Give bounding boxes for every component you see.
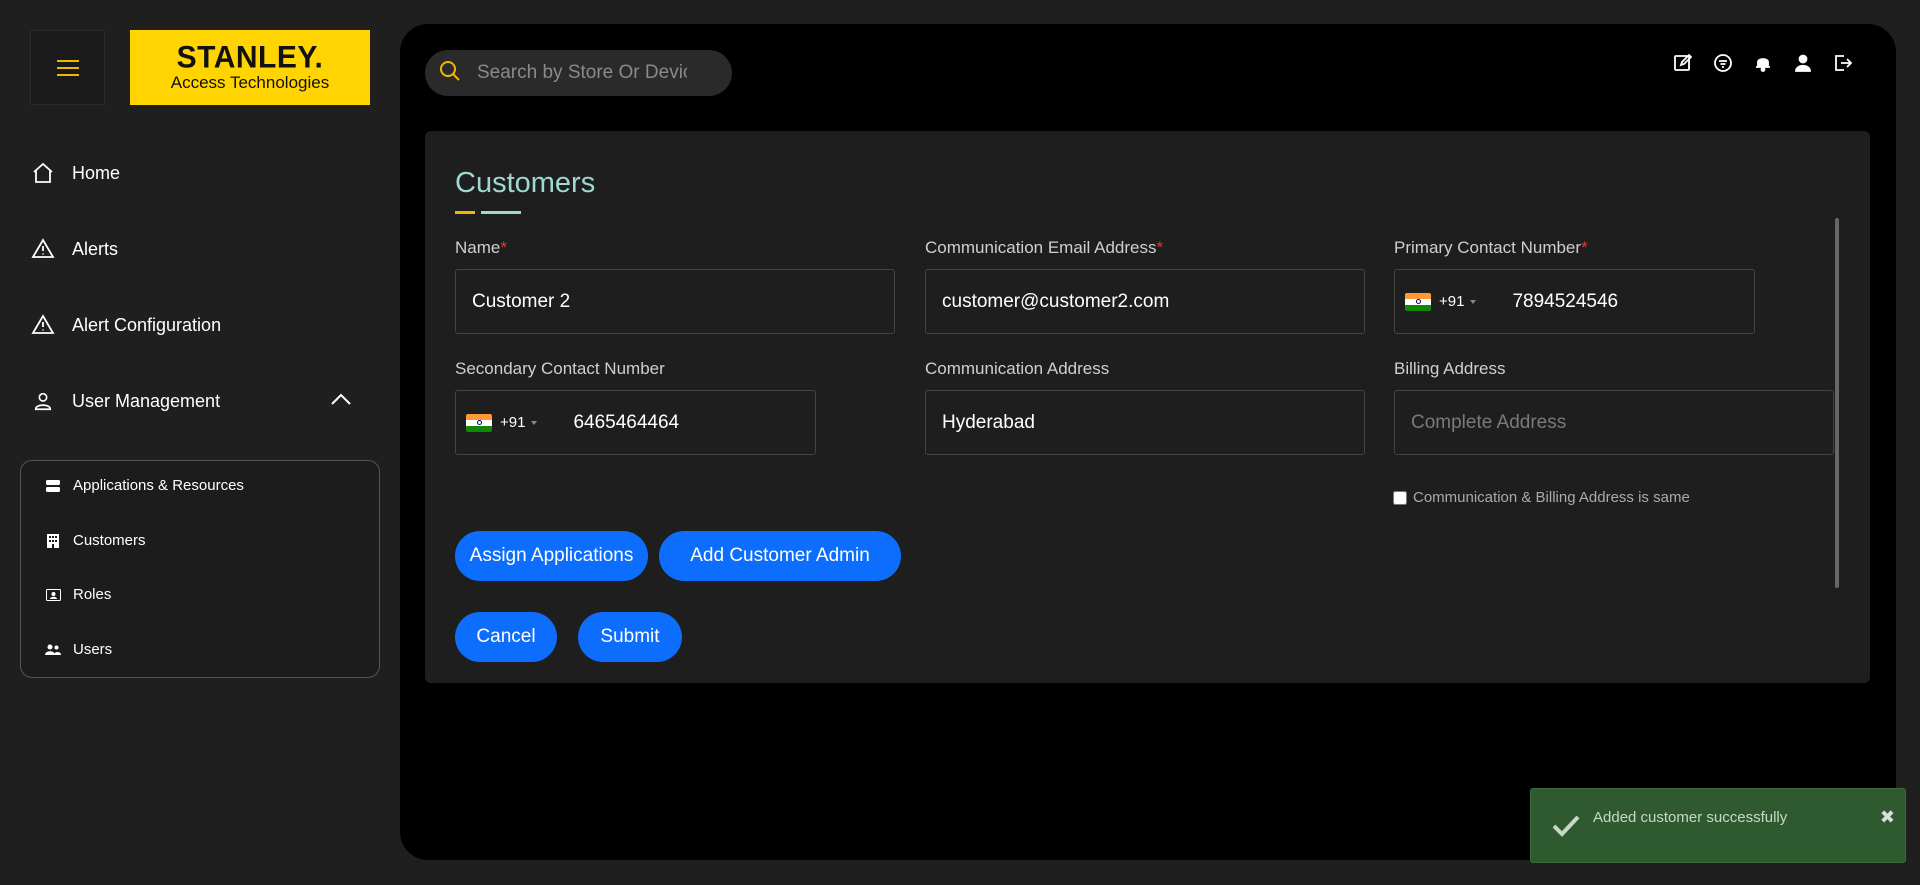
hamburger-icon (56, 55, 79, 81)
brand-name: STANLEY. (176, 39, 324, 75)
home-icon (30, 160, 56, 186)
submenu-item-roles[interactable]: Roles (45, 586, 111, 603)
submenu-item-label: Roles (73, 586, 112, 603)
filter-icon[interactable] (1714, 54, 1732, 72)
email-label: Communication Email Address* (925, 238, 1164, 257)
menu-toggle-button[interactable] (30, 30, 105, 105)
primary-contact-field[interactable]: +91 7894524546 (1394, 269, 1755, 334)
sidebar-item-label: Alerts (72, 238, 119, 259)
submenu-item-label: Users (73, 641, 113, 658)
search-input[interactable] (477, 62, 687, 84)
server-icon (45, 478, 61, 494)
scrollbar-thumb[interactable] (1835, 218, 1839, 588)
customer-form-card: Customers Name* Customer 2 Communication… (425, 131, 1870, 683)
form-scrollbar[interactable] (1835, 218, 1839, 588)
chevron-down-icon[interactable] (531, 420, 538, 425)
name-label: Name* (455, 238, 507, 257)
assign-applications-button[interactable]: Assign Applications (455, 531, 648, 581)
brand-tagline: Access Technologies (170, 72, 330, 92)
sidebar-item-user-management[interactable]: User Management (30, 388, 220, 414)
secondary-contact-input[interactable]: 6465464464 (573, 412, 679, 434)
success-toast: Added customer successfully ✖ (1530, 788, 1906, 863)
comm-address-label: Communication Address (925, 359, 1110, 378)
email-field[interactable]: customer@customer2.com (925, 269, 1365, 334)
sidebar-item-label: User Management (72, 390, 221, 411)
user-icon[interactable] (1794, 54, 1812, 72)
sidebar-item-home[interactable]: Home (30, 160, 120, 186)
chevron-down-icon[interactable] (1470, 299, 1477, 304)
same-address-checkbox[interactable]: Communication & Billing Address is same (1393, 489, 1690, 506)
toast-message: Added customer successfully (1593, 809, 1788, 826)
warning-icon (30, 312, 56, 338)
sidebar-item-label: Alert Configuration (72, 314, 222, 335)
bell-icon[interactable] (1754, 54, 1772, 72)
logout-icon[interactable] (1834, 54, 1853, 72)
india-flag-icon (1405, 292, 1431, 311)
submenu-item-label: Customers (73, 532, 146, 549)
name-field[interactable]: Customer 2 (455, 269, 895, 334)
submenu-item-users[interactable]: Users (45, 641, 112, 658)
warning-icon (30, 236, 56, 262)
same-address-label: Communication & Billing Address is same (1413, 489, 1690, 506)
header-toolbar (1674, 53, 1853, 72)
page-title: Customers (455, 167, 596, 199)
sidebar-item-alert-configuration[interactable]: Alert Configuration (30, 312, 221, 338)
main-panel: Customers Name* Customer 2 Communication… (400, 24, 1896, 860)
submit-button[interactable]: Submit (578, 612, 682, 662)
id-card-icon (45, 587, 61, 603)
cancel-button[interactable]: Cancel (455, 612, 557, 662)
close-icon[interactable]: ✖ (1880, 807, 1895, 828)
user-management-submenu: Applications & Resources Customers Roles… (20, 460, 380, 678)
users-icon (45, 642, 61, 658)
user-icon (30, 388, 56, 414)
sidebar-item-label: Home (72, 162, 121, 183)
billing-address-label: Billing Address (1394, 359, 1506, 378)
country-code[interactable]: +91 (1439, 293, 1464, 310)
chevron-up-icon[interactable] (330, 392, 352, 411)
building-icon (45, 533, 61, 549)
stanley-logo: STANLEY. Access Technologies (130, 30, 370, 105)
add-customer-admin-button[interactable]: Add Customer Admin (659, 531, 901, 581)
same-address-checkbox-input[interactable] (1393, 490, 1407, 505)
secondary-contact-field[interactable]: +91 6465464464 (455, 390, 816, 455)
edit-icon[interactable] (1674, 53, 1693, 72)
primary-contact-label: Primary Contact Number* (1394, 238, 1588, 257)
comm-address-field[interactable]: Hyderabad (925, 390, 1365, 455)
submenu-item-customers[interactable]: Customers (45, 532, 146, 549)
primary-contact-input[interactable]: 7894524546 (1512, 291, 1618, 313)
billing-address-field[interactable]: Complete Address (1394, 390, 1834, 455)
search-icon (439, 60, 461, 87)
country-code[interactable]: +91 (500, 414, 525, 431)
india-flag-icon (466, 413, 492, 432)
checkmark-icon (1551, 813, 1581, 842)
submenu-item-applications[interactable]: Applications & Resources (45, 477, 244, 494)
search-bar (425, 50, 732, 96)
secondary-contact-label: Secondary Contact Number (455, 359, 665, 378)
submenu-item-label: Applications & Resources (73, 477, 244, 494)
sidebar-item-alerts[interactable]: Alerts (30, 236, 118, 262)
